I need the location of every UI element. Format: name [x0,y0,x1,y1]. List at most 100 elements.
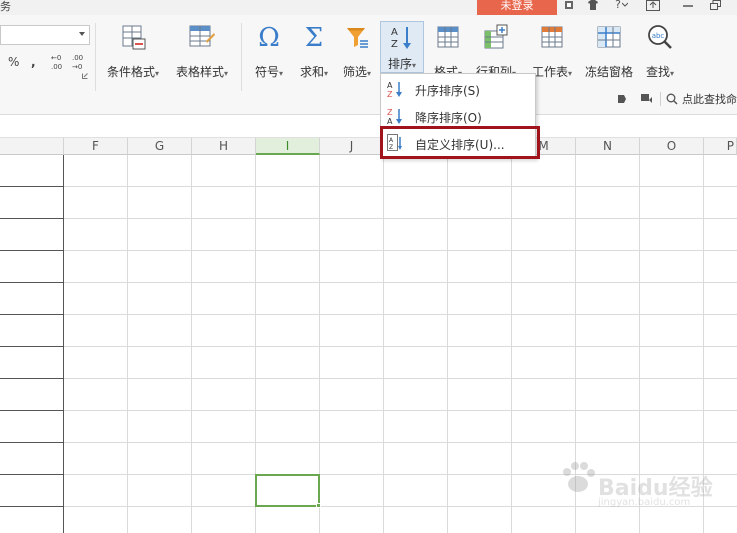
grid-line [447,155,448,533]
baidu-watermark: Baidu经验 jingyan.baidu.com [558,450,728,520]
command-search-input[interactable]: 点此查找命 [682,91,737,107]
increase-decimal-icon[interactable]: ←0.00 [51,53,67,74]
menu-item-label: 升序排序(S) [415,84,480,98]
ribbon-divider [241,23,242,91]
minimize-icon[interactable] [682,0,694,12]
column-header[interactable]: G [128,138,192,155]
sigma-icon: Σ [305,23,323,51]
selected-cell[interactable] [255,474,321,508]
svg-text:A: A [391,27,398,38]
dialog-launcher-icon[interactable] [82,73,88,81]
svg-text:Z: Z [387,90,393,98]
rows-columns-icon [484,24,508,49]
find-button[interactable]: abc 查找▾ [640,23,680,83]
spreadsheet-window: 务 未登录 ? % , ←0.00 .00 →0 条件格式▾ 表格样式▾ Ω 符… [0,0,737,533]
grid-line [0,314,737,315]
restore-icon[interactable] [708,0,722,12]
svg-text:←0: ←0 [51,54,61,62]
comma-style-button[interactable]: , [31,55,36,69]
title-bar: 务 未登录 ? [0,0,737,16]
svg-text:Ω: Ω [258,23,280,51]
cell-border [0,186,64,187]
column-header-blank [0,138,64,155]
column-header[interactable]: F [64,138,128,155]
window-title-fragment: 务 [0,0,11,13]
cell-border [0,410,64,411]
paw-logo-icon [563,462,595,492]
column-header[interactable]: P [704,138,737,155]
table-style-icon [189,25,215,47]
formula-bar-area [0,116,737,138]
button-label: 工作表 [531,65,568,79]
worksheet-icon [541,26,563,48]
annotation-highlight-box [380,126,540,159]
grid-line [127,155,128,533]
flag-dropdown-icon[interactable] [640,93,654,108]
conditional-format-icon [122,25,146,50]
grid-line [0,378,737,379]
grid-line [0,250,737,251]
menu-item-label: 降序排序(O) [415,111,482,125]
column-header[interactable]: O [640,138,704,155]
ribbon-divider [660,92,661,106]
find-magnifier-icon: abc [648,25,672,49]
cell-border [0,378,64,379]
sort-az-icon: A Z [391,27,411,50]
brush-icon[interactable] [616,93,628,108]
number-format-select[interactable] [0,25,90,45]
ribbon-toolbar: % , ←0.00 .00 →0 条件格式▾ 表格样式▾ Ω 符号▾ Σ 求和▾… [0,15,737,115]
watermark-url: jingyan.baidu.com [598,497,691,508]
button-label: 查找 [645,65,670,79]
button-label: 求和 [299,65,324,79]
cell-border [0,218,64,219]
column-header-active[interactable]: I [256,138,320,155]
column-header[interactable]: J [320,138,384,155]
cell-border [0,506,64,507]
login-button[interactable]: 未登录 [477,0,557,16]
table-style-button[interactable]: 表格样式▾ [170,23,234,83]
symbol-button[interactable]: Ω 符号▾ [249,23,289,83]
chevron-down-icon[interactable] [621,0,629,12]
filter-button[interactable]: 筛选▾ [337,23,377,83]
freeze-panes-icon [597,26,621,48]
button-label: 冻结窗格 [584,65,633,79]
shirt-icon[interactable] [586,0,600,12]
svg-text:.00: .00 [51,63,62,71]
sort-button[interactable]: A Z 排序▾ [380,21,424,73]
ribbon-divider [95,23,96,91]
column-header[interactable]: H [192,138,256,155]
bordered-column-e[interactable] [0,155,64,533]
button-label: 筛选 [342,65,367,79]
svg-text:→0: →0 [72,63,82,71]
chevron-down-icon [79,32,85,36]
cell-border [0,346,64,347]
grid-line [0,282,737,283]
menu-item-sort-ascending[interactable]: A Z 升序排序(S) [381,76,535,102]
fill-handle[interactable] [316,503,321,508]
svg-text:Z: Z [387,108,393,117]
grid-line [0,218,737,219]
grid-line [511,155,512,533]
column-header[interactable]: N [576,138,640,155]
grid-line [0,442,737,443]
svg-text:Σ: Σ [305,23,323,51]
cell-border [0,282,64,283]
skin-icon[interactable] [563,0,575,12]
decrease-decimal-icon[interactable]: .00 →0 [72,53,88,74]
upload-icon[interactable] [645,0,661,12]
format-cells-icon [437,26,459,48]
svg-text:Z: Z [391,39,398,50]
search-icon[interactable] [666,93,678,108]
cell-border [0,250,64,251]
button-label: 排序 [387,57,412,71]
conditional-format-button[interactable]: 条件格式▾ [102,23,164,83]
freeze-panes-button[interactable]: 冻结窗格 [582,23,636,83]
grid-line [0,410,737,411]
sort-ascending-icon: A Z [387,81,402,98]
cell-border [0,474,64,475]
button-label: 符号 [254,65,279,79]
cell-border [0,314,64,315]
sum-button[interactable]: Σ 求和▾ [294,23,334,83]
percent-style-button[interactable]: % [8,55,19,69]
grid-line [0,186,737,187]
